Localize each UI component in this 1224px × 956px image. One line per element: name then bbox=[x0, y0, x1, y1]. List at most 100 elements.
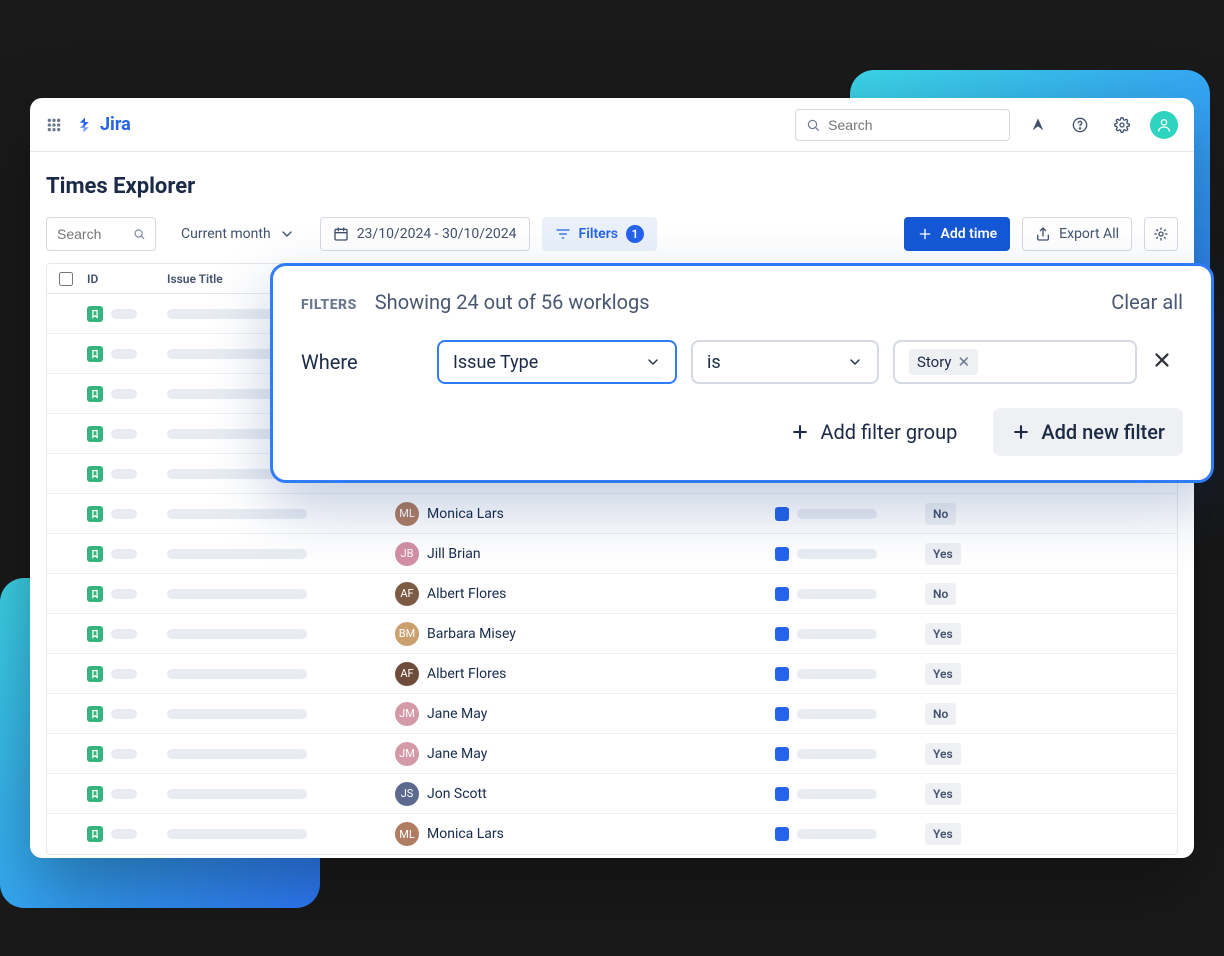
add-new-filter-label: Add new filter bbox=[1041, 420, 1165, 444]
assignee-name: Jon Scott bbox=[427, 786, 487, 802]
filter-value-label: Story bbox=[917, 353, 952, 371]
filter-operator-select[interactable]: is bbox=[691, 340, 879, 384]
assignee-name: Jill Brian bbox=[427, 546, 481, 562]
story-icon bbox=[87, 826, 103, 842]
local-search-input[interactable] bbox=[57, 226, 125, 242]
project-color bbox=[775, 667, 789, 681]
id-placeholder bbox=[111, 829, 137, 839]
story-icon bbox=[87, 666, 103, 682]
plus-icon bbox=[790, 422, 810, 442]
project-placeholder bbox=[797, 629, 877, 639]
add-time-button[interactable]: Add time bbox=[904, 217, 1011, 251]
col-id[interactable]: ID bbox=[87, 272, 167, 286]
help-icon[interactable] bbox=[1066, 111, 1094, 139]
title-placeholder bbox=[167, 829, 307, 839]
local-search[interactable] bbox=[46, 217, 156, 251]
id-placeholder bbox=[111, 669, 137, 679]
date-range-button[interactable]: 23/10/2024 - 30/10/2024 bbox=[320, 217, 530, 251]
title-placeholder bbox=[167, 589, 307, 599]
filters-button[interactable]: Filters 1 bbox=[542, 217, 657, 251]
period-label: Current month bbox=[181, 226, 271, 242]
project-placeholder bbox=[797, 549, 877, 559]
add-time-label: Add time bbox=[941, 226, 998, 242]
jira-logo[interactable]: Jira bbox=[76, 114, 131, 135]
assignee-avatar: JS bbox=[395, 782, 419, 806]
id-placeholder bbox=[111, 749, 137, 759]
table-row[interactable]: BMBarbara MiseyYes bbox=[47, 614, 1177, 654]
billable-pill: Yes bbox=[925, 623, 961, 645]
billable-pill: Yes bbox=[925, 783, 961, 805]
topbar: Jira bbox=[30, 98, 1194, 152]
story-icon bbox=[87, 586, 103, 602]
table-row[interactable]: MLMonica LarsYes bbox=[47, 814, 1177, 854]
assignee-name: Jane May bbox=[427, 706, 487, 722]
project-placeholder bbox=[797, 749, 877, 759]
project-color bbox=[775, 787, 789, 801]
user-avatar[interactable] bbox=[1150, 111, 1178, 139]
project-color bbox=[775, 747, 789, 761]
assignee-avatar: BM bbox=[395, 622, 419, 646]
title-placeholder bbox=[167, 629, 307, 639]
billable-pill: Yes bbox=[925, 663, 961, 685]
id-placeholder bbox=[111, 509, 137, 519]
select-all-checkbox[interactable] bbox=[59, 272, 73, 286]
table-row[interactable]: JBJill BrianYes bbox=[47, 534, 1177, 574]
table-row[interactable]: AFAlbert FloresYes bbox=[47, 654, 1177, 694]
table-row[interactable]: JMJane MayNo bbox=[47, 694, 1177, 734]
filter-row-remove[interactable] bbox=[1151, 349, 1173, 375]
export-icon bbox=[1035, 226, 1051, 242]
global-search[interactable] bbox=[795, 109, 1010, 141]
chevron-down-icon bbox=[847, 354, 863, 370]
assignee-avatar: ML bbox=[395, 502, 419, 526]
filters-count: 1 bbox=[626, 225, 644, 243]
filter-field-select[interactable]: Issue Type bbox=[437, 340, 677, 384]
table-row[interactable]: JMJane MayYes bbox=[47, 734, 1177, 774]
id-placeholder bbox=[111, 429, 137, 439]
project-color bbox=[775, 587, 789, 601]
story-icon bbox=[87, 426, 103, 442]
title-placeholder bbox=[167, 669, 307, 679]
project-placeholder bbox=[797, 589, 877, 599]
story-icon bbox=[87, 626, 103, 642]
filter-value-select[interactable]: Story ✕ bbox=[893, 340, 1137, 384]
toolbar: Current month 23/10/2024 - 30/10/2024 Fi… bbox=[46, 217, 1178, 251]
filter-icon bbox=[555, 226, 571, 242]
app-switcher-icon[interactable] bbox=[46, 117, 62, 133]
id-placeholder bbox=[111, 789, 137, 799]
table-settings-button[interactable] bbox=[1144, 217, 1178, 251]
assignee-name: Jane May bbox=[427, 746, 487, 762]
settings-icon[interactable] bbox=[1108, 111, 1136, 139]
project-placeholder bbox=[797, 789, 877, 799]
filter-field-value: Issue Type bbox=[453, 352, 538, 373]
table-row[interactable]: JS Jon Scott Yes bbox=[47, 774, 1177, 814]
billable-pill: Yes bbox=[925, 823, 961, 845]
plus-icon bbox=[917, 226, 933, 242]
project-color bbox=[775, 507, 789, 521]
global-search-input[interactable] bbox=[828, 117, 999, 133]
project-placeholder bbox=[797, 829, 877, 839]
project-placeholder bbox=[797, 669, 877, 679]
id-placeholder bbox=[111, 469, 137, 479]
billable-pill: Yes bbox=[925, 743, 961, 765]
filters-popover: FILTERS Showing 24 out of 56 worklogs Cl… bbox=[270, 263, 1214, 483]
filter-operator-value: is bbox=[707, 352, 721, 373]
id-placeholder bbox=[111, 549, 137, 559]
add-filter-group-button[interactable]: Add filter group bbox=[772, 408, 975, 456]
table-row[interactable]: MLMonica LarsNo bbox=[47, 494, 1177, 534]
add-new-filter-button[interactable]: Add new filter bbox=[993, 408, 1183, 456]
add-filter-group-label: Add filter group bbox=[820, 420, 957, 444]
period-select[interactable]: Current month bbox=[168, 217, 308, 251]
table-row[interactable]: AFAlbert FloresNo bbox=[47, 574, 1177, 614]
project-placeholder bbox=[797, 509, 877, 519]
story-icon bbox=[87, 706, 103, 722]
filters-label: Filters bbox=[579, 226, 618, 242]
clear-all-button[interactable]: Clear all bbox=[1111, 290, 1183, 314]
assignee-name: Monica Lars bbox=[427, 826, 504, 842]
gear-icon bbox=[1153, 226, 1169, 242]
calendar-icon bbox=[333, 226, 349, 242]
story-icon bbox=[87, 506, 103, 522]
export-button[interactable]: Export All bbox=[1022, 217, 1132, 251]
story-icon bbox=[87, 546, 103, 562]
token-remove-icon[interactable]: ✕ bbox=[958, 353, 971, 371]
notifications-icon[interactable] bbox=[1024, 111, 1052, 139]
